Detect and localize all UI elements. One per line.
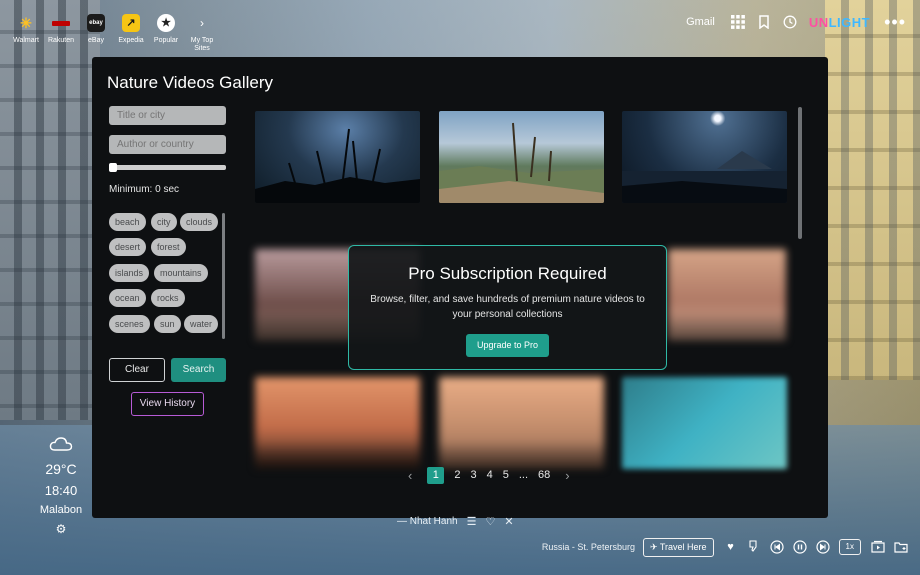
top-bar: ✳ Walmart Rakuten ebay eBay ↗ Expedia ★ … (0, 0, 920, 56)
travel-here-button[interactable]: ✈ Travel Here (642, 537, 714, 557)
tag-islands[interactable]: islands (109, 264, 150, 282)
page-2[interactable]: 2 (454, 469, 460, 481)
video-gallery-icon[interactable] (871, 540, 885, 554)
more-menu-icon[interactable]: ••• (884, 13, 906, 31)
nature-videos-modal: Nature Videos Gallery Minimum: 0 sec bea… (92, 57, 828, 518)
tag-list: beach city clouds desert forest islands … (109, 213, 227, 343)
gear-icon[interactable]: ⚙ (34, 522, 88, 536)
background-building-left (0, 0, 100, 420)
brand-logo[interactable]: UNLIGHT (809, 15, 870, 30)
page-5[interactable]: 5 (503, 469, 509, 481)
page-68[interactable]: 68 (538, 469, 550, 481)
walmart-icon: ✳ (20, 15, 32, 31)
quote-author: — Nhat Hanh (397, 516, 458, 527)
clear-button[interactable]: Clear (109, 358, 165, 382)
shortcut-label: Expedia (118, 37, 144, 44)
locked-video-thumbnail (622, 377, 787, 469)
modal-title: Nature Videos Gallery (107, 73, 273, 92)
tag-sun[interactable]: sun (154, 315, 181, 333)
mountain-trail-image (439, 122, 604, 203)
tag-desert[interactable]: desert (109, 238, 147, 256)
x-share-icon[interactable]: ✕ (504, 515, 513, 528)
rakuten-icon (52, 21, 70, 26)
slider-thumb[interactable] (109, 163, 117, 172)
clock-time: 18:40 (44, 483, 78, 498)
gmail-link[interactable]: Gmail (686, 16, 715, 28)
pro-title: Pro Subscription Required (408, 264, 607, 283)
weather-city: Malabon (39, 504, 83, 516)
night-mountain-image (622, 151, 787, 203)
search-button[interactable]: Search (171, 358, 226, 382)
pause-icon[interactable] (792, 540, 807, 554)
tag-scenes[interactable]: scenes (109, 315, 150, 333)
quote-attribution: — Nhat Hanh ☰ ♡ ✕ (397, 515, 514, 528)
view-history-button[interactable]: View History (131, 392, 204, 416)
thumbs-down-icon[interactable] (747, 540, 761, 554)
video-thumbnail[interactable] (439, 111, 604, 203)
star-icon: ★ (157, 14, 175, 32)
chevron-right-icon: › (200, 16, 204, 30)
clock-icon[interactable] (783, 15, 797, 29)
tags-scrollbar[interactable] (222, 213, 225, 339)
video-thumbnail[interactable] (255, 111, 420, 203)
shortcut-my-top-sites[interactable]: › My Top Sites (180, 14, 224, 53)
minimum-duration-label: Minimum: 0 sec (109, 184, 180, 195)
list-icon[interactable]: ☰ (467, 515, 477, 528)
background-building-right (825, 0, 920, 380)
skip-forward-icon[interactable] (815, 540, 830, 554)
tag-water[interactable]: water (184, 315, 219, 333)
shortcut-label: My Top Sites (190, 37, 214, 52)
bookmark-icon[interactable] (757, 15, 771, 30)
tag-mountains[interactable]: mountains (154, 264, 208, 282)
shortcut-label: Popular (153, 37, 179, 44)
tree-silhouette-image (255, 128, 420, 203)
previous-page-icon[interactable]: ‹ (408, 468, 412, 483)
plane-icon: ✈ (649, 541, 658, 552)
video-thumbnail[interactable] (622, 111, 787, 203)
filter-sidebar: Minimum: 0 sec beach city clouds desert … (109, 106, 227, 416)
page-3[interactable]: 3 (470, 469, 476, 481)
shortcut-label: Rakuten (47, 37, 75, 44)
title-city-input[interactable] (109, 106, 226, 125)
page-1[interactable]: 1 (427, 466, 445, 484)
shortcut-label: eBay (88, 37, 104, 44)
tag-forest[interactable]: forest (151, 238, 186, 256)
tag-ocean[interactable]: ocean (109, 289, 146, 307)
heart-icon[interactable]: ♥ (724, 540, 738, 554)
locked-video-thumbnail (668, 249, 786, 341)
bottom-bar: Russia - St. Petersburg ✈ Travel Here ♥ … (542, 537, 908, 557)
temperature: 29°C (45, 461, 77, 477)
tag-clouds[interactable]: clouds (180, 213, 219, 231)
location-label: Russia - St. Petersburg (541, 542, 635, 552)
locked-video-thumbnail (439, 377, 604, 469)
pro-description: Browse, filter, and save hundreds of pre… (370, 294, 645, 320)
duration-slider[interactable] (109, 163, 226, 172)
page-4[interactable]: 4 (487, 469, 493, 481)
apps-grid-icon[interactable] (730, 15, 745, 29)
ebay-icon: ebay (87, 14, 105, 32)
folder-add-icon[interactable] (894, 540, 908, 554)
page-ellipsis: ... (518, 469, 529, 481)
upgrade-to-pro-button[interactable]: Upgrade to Pro (465, 334, 550, 357)
expedia-icon: ↗ (122, 14, 140, 32)
pagination: ‹ 1 2 3 4 5 ... 68 › (398, 466, 580, 484)
gallery-scrollbar[interactable] (798, 107, 802, 239)
tag-city[interactable]: city (151, 213, 177, 231)
heart-outline-icon[interactable]: ♡ (485, 515, 495, 528)
playback-speed-button[interactable]: 1x (838, 539, 861, 555)
tag-rocks[interactable]: rocks (151, 289, 185, 307)
pro-subscription-dialog: Pro Subscription Required Browse, filter… (348, 245, 667, 370)
author-country-input[interactable] (109, 135, 226, 154)
locked-video-thumbnail (255, 377, 420, 469)
cloud-icon (34, 436, 88, 457)
next-page-icon[interactable]: › (565, 468, 569, 483)
travel-label: Travel Here (659, 541, 707, 552)
tag-beach[interactable]: beach (109, 213, 146, 231)
shortcut-label: Walmart (13, 37, 39, 44)
skip-back-icon[interactable] (769, 540, 784, 554)
top-right-controls: Gmail UNLIGHT ••• (686, 13, 906, 31)
weather-widget[interactable]: 29°C 18:40 Malabon ⚙ (34, 436, 88, 536)
slider-track (109, 165, 226, 170)
